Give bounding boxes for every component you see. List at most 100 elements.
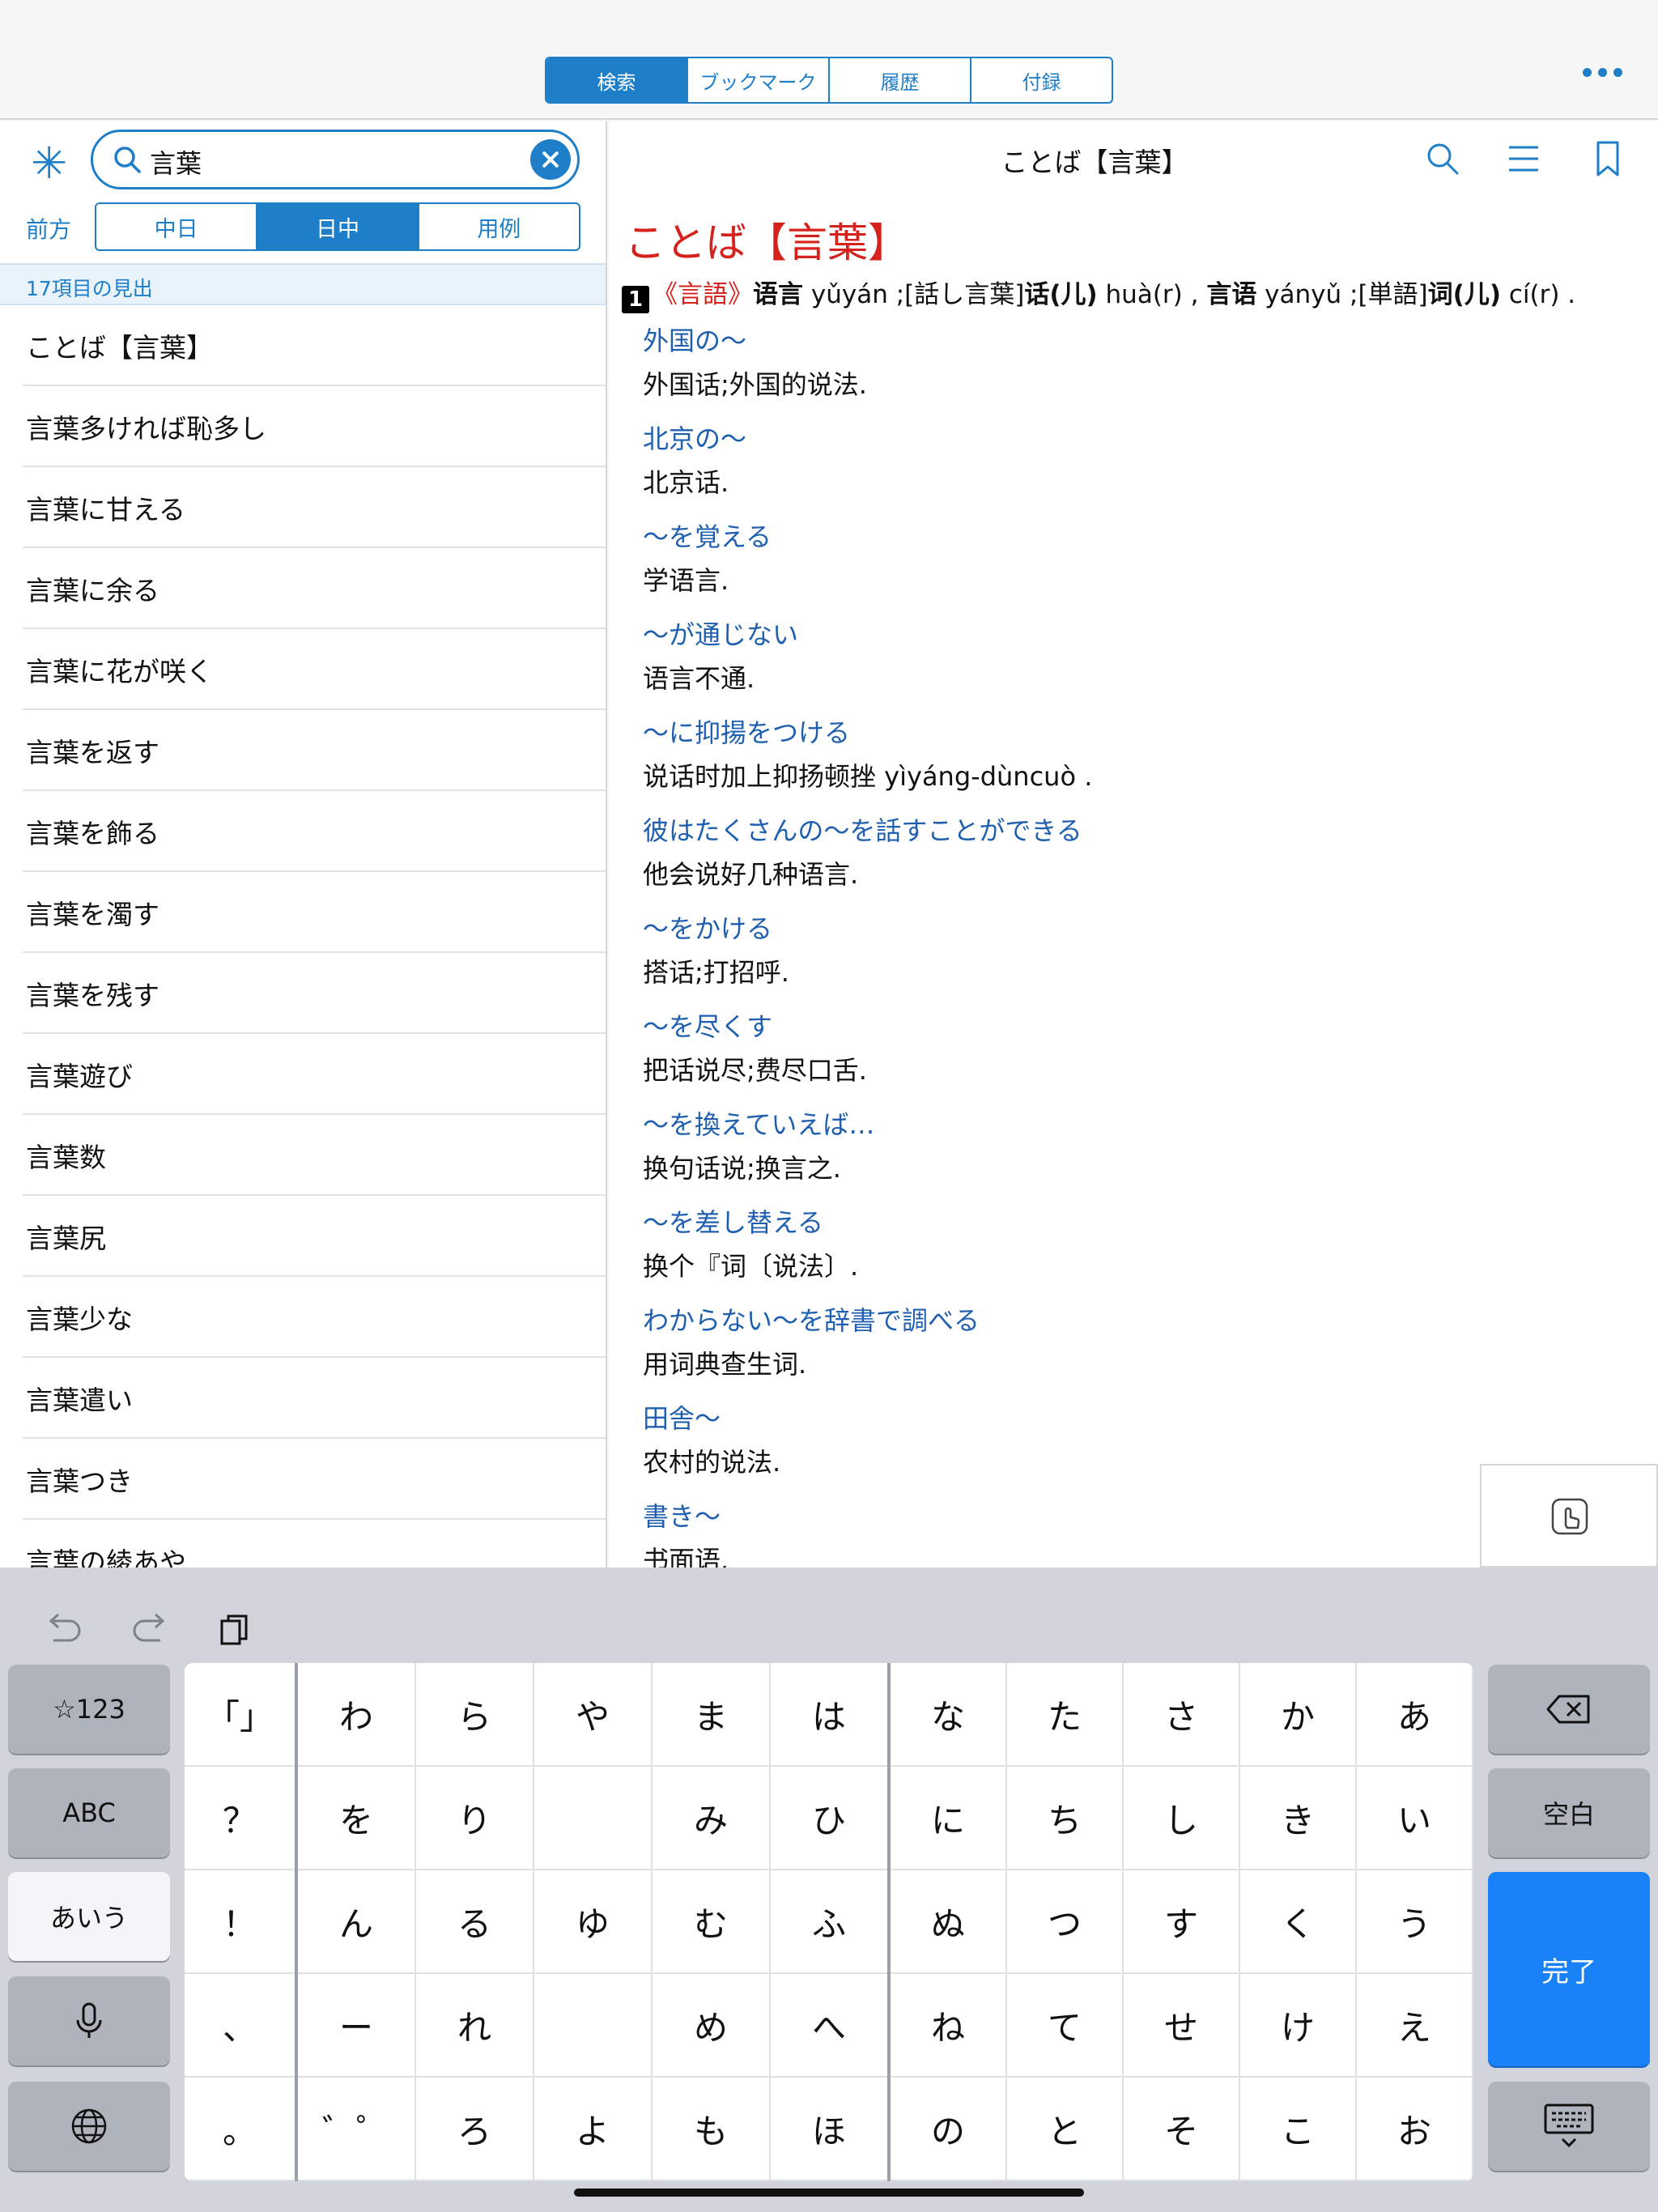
kana-key[interactable]: ほ: [771, 2078, 889, 2181]
kana-key[interactable]: ろ: [416, 2078, 534, 2181]
kana-key[interactable]: い: [1357, 1767, 1473, 1870]
tab-search[interactable]: 検索: [546, 58, 688, 102]
kana-key[interactable]: お: [1357, 2078, 1473, 2181]
copy-icon[interactable]: [217, 1610, 253, 1650]
kana-key[interactable]: ね: [891, 1974, 1007, 2078]
kana-key[interactable]: つ: [1007, 1870, 1124, 1974]
kana-key[interactable]: る: [416, 1870, 534, 1974]
example-japanese[interactable]: 〜が通じない: [643, 613, 1630, 657]
kana-key[interactable]: ひ: [771, 1767, 889, 1870]
kana-key[interactable]: な: [891, 1663, 1007, 1767]
list-item[interactable]: 言葉を濁す: [0, 872, 606, 953]
tab-history[interactable]: 履歴: [830, 58, 971, 102]
search-icon[interactable]: [1423, 139, 1462, 178]
search-input[interactable]: 言葉: [91, 130, 580, 189]
list-item[interactable]: 言葉に余る: [0, 548, 606, 629]
kana-key[interactable]: え: [1357, 1974, 1473, 2078]
kana-key[interactable]: [534, 1767, 653, 1870]
done-key[interactable]: 完了: [1488, 1872, 1650, 2066]
kana-key[interactable]: け: [1240, 1974, 1357, 2078]
mode-japanese-chinese[interactable]: 日中: [257, 204, 419, 249]
kana-key[interactable]: わ: [298, 1663, 416, 1767]
list-item[interactable]: 言葉に甘える: [0, 467, 606, 548]
example-japanese[interactable]: 〜を換えていえば…: [643, 1103, 1630, 1146]
kana-key[interactable]: み: [653, 1767, 771, 1870]
hide-keyboard-key[interactable]: [1488, 2082, 1650, 2171]
kana-key[interactable]: さ: [1124, 1663, 1240, 1767]
mode-examples[interactable]: 用例: [419, 204, 579, 249]
kana-key[interactable]: も: [653, 2078, 771, 2181]
kana-key[interactable]: め: [653, 1974, 771, 2078]
example-japanese[interactable]: 〜を差し替える: [643, 1201, 1630, 1244]
kana-key[interactable]: す: [1124, 1870, 1240, 1974]
kana-key[interactable]: ゛゜: [298, 2078, 416, 2181]
tab-bookmarks[interactable]: ブックマーク: [688, 58, 830, 102]
kana-key[interactable]: そ: [1124, 2078, 1240, 2181]
kana-key[interactable]: へ: [771, 1974, 889, 2078]
kana-key[interactable]: て: [1007, 1974, 1124, 2078]
example-japanese[interactable]: 〜を尽くす: [643, 1005, 1630, 1049]
list-item[interactable]: 言葉を返す: [0, 710, 606, 791]
search-input-value[interactable]: 言葉: [150, 143, 202, 181]
list-item[interactable]: 言葉に花が咲く: [0, 629, 606, 710]
kana-key[interactable]: く: [1240, 1870, 1357, 1974]
list-item[interactable]: 言葉尻: [0, 1196, 606, 1277]
list-item[interactable]: 言葉少な: [0, 1277, 606, 1358]
kana-key[interactable]: 。: [185, 2078, 296, 2181]
kana-key[interactable]: ゆ: [534, 1870, 653, 1974]
list-item[interactable]: 言葉遊び: [0, 1034, 606, 1115]
list-icon[interactable]: [1504, 139, 1543, 178]
kana-key[interactable]: 「」: [185, 1663, 296, 1767]
kana-key[interactable]: と: [1007, 2078, 1124, 2181]
example-japanese[interactable]: 田舎〜: [643, 1397, 1630, 1440]
list-item[interactable]: 言葉数: [0, 1115, 606, 1196]
example-japanese[interactable]: わからない〜を辞書で調べる: [643, 1299, 1630, 1342]
kana-key[interactable]: こ: [1240, 2078, 1357, 2181]
kana-key[interactable]: ふ: [771, 1870, 889, 1974]
space-key[interactable]: 空白: [1488, 1768, 1650, 1857]
kana-key[interactable]: た: [1007, 1663, 1124, 1767]
kana-key[interactable]: を: [298, 1767, 416, 1870]
clear-icon[interactable]: [530, 139, 571, 180]
globe-key[interactable]: [8, 2082, 170, 2171]
list-item[interactable]: 言葉多ければ恥多し: [0, 386, 606, 467]
kana-key[interactable]: [534, 1974, 653, 2078]
touch-lookup-button[interactable]: [1480, 1464, 1658, 1568]
example-japanese[interactable]: 外国の〜: [643, 319, 1630, 363]
redo-icon[interactable]: [130, 1610, 172, 1650]
list-item[interactable]: 言葉を残す: [0, 953, 606, 1034]
kana-key[interactable]: ん: [298, 1870, 416, 1974]
delete-key[interactable]: [1488, 1665, 1650, 1754]
example-japanese[interactable]: 〜を覚える: [643, 515, 1630, 559]
list-item[interactable]: 言葉を飾る: [0, 791, 606, 872]
kana-key[interactable]: ち: [1007, 1767, 1124, 1870]
example-japanese[interactable]: 彼はたくさんの〜を話すことができる: [643, 809, 1630, 853]
kana-key[interactable]: む: [653, 1870, 771, 1974]
kana-key[interactable]: ー: [298, 1974, 416, 2078]
kana-key[interactable]: よ: [534, 2078, 653, 2181]
asterisk-icon[interactable]: ✳: [31, 138, 67, 189]
kana-key[interactable]: ま: [653, 1663, 771, 1767]
kana-key[interactable]: れ: [416, 1974, 534, 2078]
abc-key[interactable]: ABC: [8, 1768, 170, 1857]
kana-key[interactable]: あ: [1357, 1663, 1473, 1767]
kana-key[interactable]: の: [891, 2078, 1007, 2181]
kana-key[interactable]: し: [1124, 1767, 1240, 1870]
kana-key[interactable]: ぬ: [891, 1870, 1007, 1974]
undo-icon[interactable]: [42, 1610, 84, 1650]
kana-key[interactable]: ら: [416, 1663, 534, 1767]
numbers-key[interactable]: ☆123: [8, 1665, 170, 1754]
tab-appendix[interactable]: 付録: [971, 58, 1112, 102]
mic-key[interactable]: [8, 1976, 170, 2065]
kana-key[interactable]: あいう: [8, 1872, 170, 1961]
example-japanese[interactable]: 〜に抑揚をつける: [643, 711, 1630, 755]
list-item[interactable]: 言葉つき: [0, 1439, 606, 1520]
kana-key[interactable]: に: [891, 1767, 1007, 1870]
kana-key[interactable]: は: [771, 1663, 889, 1767]
kana-key[interactable]: か: [1240, 1663, 1357, 1767]
kana-key[interactable]: 、: [185, 1974, 296, 2078]
kana-key[interactable]: う: [1357, 1870, 1473, 1974]
kana-key[interactable]: き: [1240, 1767, 1357, 1870]
kana-key[interactable]: ？: [185, 1767, 296, 1870]
example-japanese[interactable]: 北京の〜: [643, 417, 1630, 461]
